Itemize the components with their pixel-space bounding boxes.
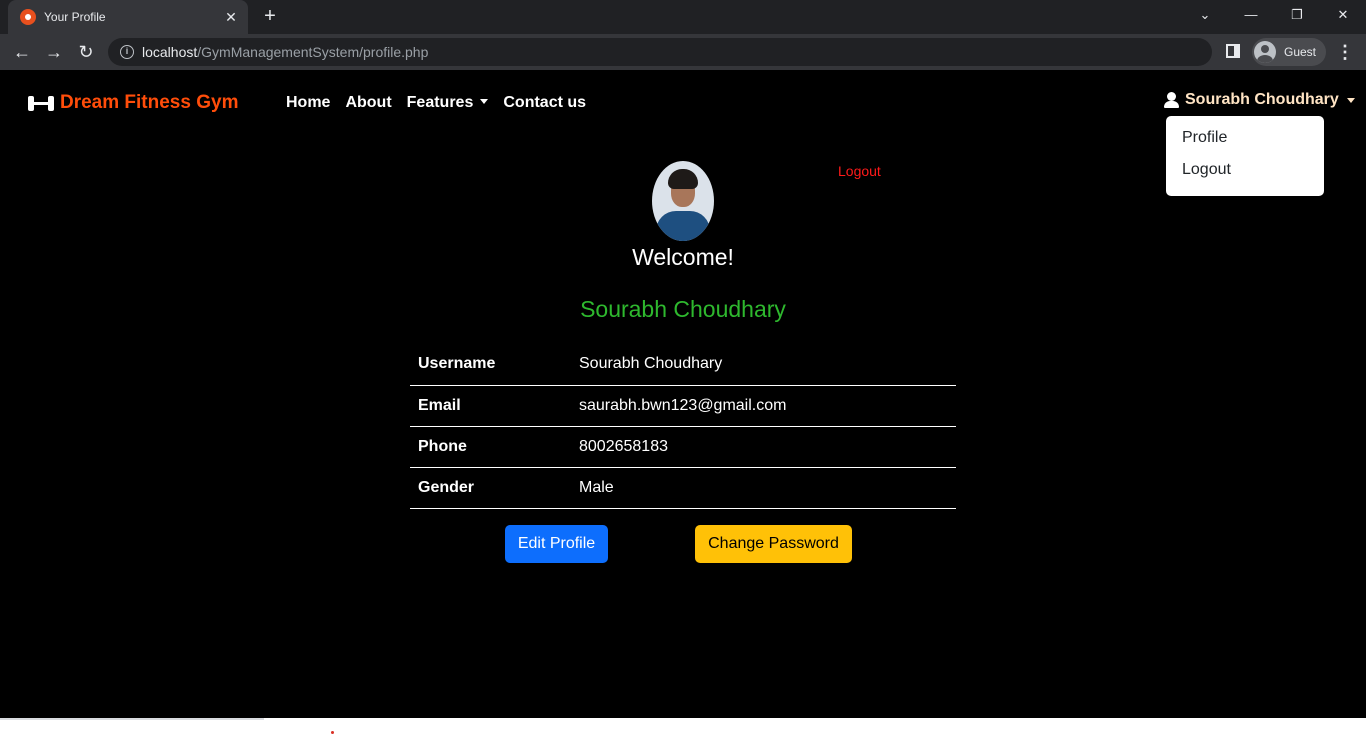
restore-button[interactable]: ❐ xyxy=(1274,0,1320,30)
user-dropdown-menu: Profile Logout xyxy=(1166,116,1324,196)
profile-label: Guest xyxy=(1284,45,1317,59)
browser-menu-icon[interactable]: ⋮ xyxy=(1336,40,1354,64)
user-menu-name: Sourabh Choudhary xyxy=(1185,91,1339,108)
table-row: Gender Male xyxy=(410,467,956,509)
nav-features-dropdown[interactable]: Features xyxy=(407,94,489,112)
profile-photo xyxy=(652,161,714,241)
back-button[interactable]: ← xyxy=(10,40,34,64)
field-value: 8002658183 xyxy=(571,426,956,468)
address-bar[interactable]: i localhost /GymManagementSystem/profile… xyxy=(108,38,1212,66)
user-icon xyxy=(1164,92,1179,108)
tab-close-icon[interactable]: ✕ xyxy=(220,9,242,26)
profile-button[interactable]: Guest xyxy=(1252,38,1327,66)
chevron-down-icon xyxy=(1346,97,1355,103)
logout-link[interactable]: Logout xyxy=(838,163,881,179)
profile-details-table: Username Sourabh Choudhary Email saurabh… xyxy=(410,344,956,509)
table-row: Phone 8002658183 xyxy=(410,426,956,468)
minimize-button[interactable]: — xyxy=(1228,0,1274,30)
brand-link[interactable]: Dream Fitness Gym xyxy=(28,92,238,114)
reload-button[interactable]: ↻ xyxy=(74,40,98,64)
nav-about[interactable]: About xyxy=(345,94,391,112)
change-password-button[interactable]: Change Password xyxy=(695,525,852,563)
field-label: Gender xyxy=(410,467,571,509)
field-label: Phone xyxy=(410,426,571,468)
url-path: /GymManagementSystem/profile.php xyxy=(197,44,429,60)
forward-button[interactable]: → xyxy=(42,40,66,64)
nav-links: Home About Features Contact us xyxy=(286,94,601,112)
field-label: Email xyxy=(410,385,571,427)
field-value: Sourabh Choudhary xyxy=(571,344,956,386)
close-window-button[interactable]: ✕ xyxy=(1320,0,1366,30)
nav-features-label: Features xyxy=(406,94,474,111)
brand-name: Dream Fitness Gym xyxy=(60,92,239,113)
dropdown-item-profile[interactable]: Profile xyxy=(1166,128,1324,160)
field-value: saurabh.bwn123@gmail.com xyxy=(571,385,956,427)
horizontal-scrollbar[interactable] xyxy=(0,718,264,720)
guest-avatar-icon xyxy=(1254,41,1276,63)
page-content: Dream Fitness Gym Home About Features Co… xyxy=(0,70,1366,718)
field-label: Username xyxy=(410,344,571,386)
edit-profile-button[interactable]: Edit Profile xyxy=(505,525,608,563)
table-row: Username Sourabh Choudhary xyxy=(410,344,956,386)
dropdown-item-logout[interactable]: Logout xyxy=(1166,160,1324,192)
site-favicon-icon xyxy=(20,9,36,25)
user-menu-toggle[interactable]: Sourabh Choudhary xyxy=(1164,91,1355,109)
nav-contact[interactable]: Contact us xyxy=(503,94,586,112)
tab-title: Your Profile xyxy=(44,10,106,24)
nav-home[interactable]: Home xyxy=(286,94,330,112)
new-tab-button[interactable]: + xyxy=(258,5,282,29)
dumbbell-icon xyxy=(28,96,54,111)
browser-tab-strip: Your Profile ✕ + ⌄ — ❐ ✕ xyxy=(0,0,1366,34)
side-panel-icon[interactable] xyxy=(1226,44,1240,58)
welcome-heading: Welcome! xyxy=(632,244,734,270)
browser-toolbar: ← → ↻ i localhost /GymManagementSystem/p… xyxy=(0,34,1366,70)
tab-search-icon[interactable]: ⌄ xyxy=(1182,0,1228,30)
url-host: localhost xyxy=(142,44,198,60)
status-dot-icon xyxy=(331,731,334,734)
browser-tab[interactable]: Your Profile ✕ xyxy=(8,0,248,34)
bottom-status-strip xyxy=(0,718,1366,737)
table-row: Email saurabh.bwn123@gmail.com xyxy=(410,385,956,427)
profile-full-name: Sourabh Choudhary xyxy=(580,296,786,322)
field-value: Male xyxy=(571,467,956,509)
site-navbar: Dream Fitness Gym Home About Features Co… xyxy=(0,70,1366,196)
site-info-icon[interactable]: i xyxy=(120,45,134,59)
